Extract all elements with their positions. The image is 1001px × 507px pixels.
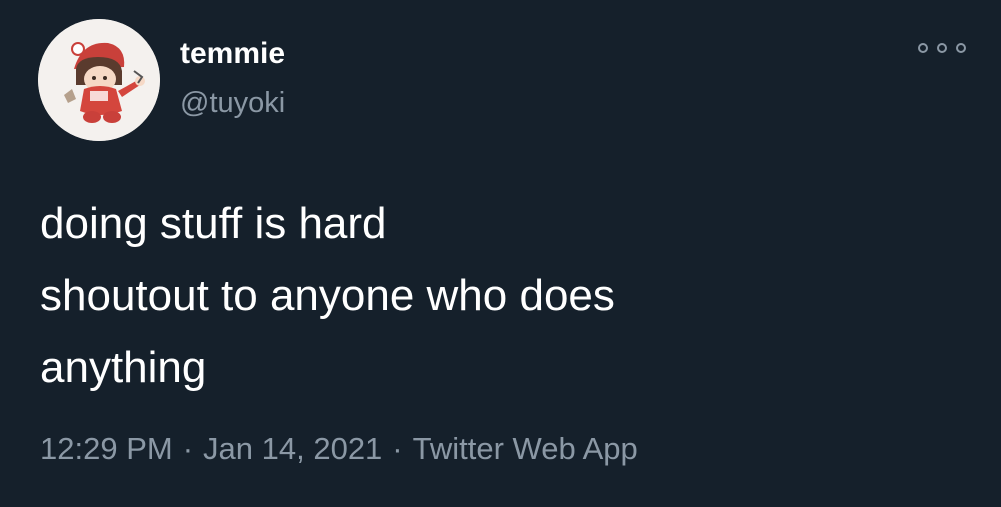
meta-separator: ·	[182, 431, 194, 466]
tweet-time[interactable]: 12:29 PM	[40, 431, 173, 466]
dot-icon	[956, 43, 966, 53]
meta-separator: ·	[392, 431, 403, 466]
tweet-text-line: shoutout to anyone who does	[40, 271, 615, 320]
tweet-text: doing stuff is hard shoutout to anyone w…	[40, 188, 970, 404]
dot-icon	[918, 43, 928, 53]
more-options-icon[interactable]	[918, 36, 966, 60]
tweet-source[interactable]: Twitter Web App	[413, 431, 638, 466]
user-handle[interactable]: @tuyoki	[180, 87, 285, 120]
tweet-card: temmie @tuyoki doing stuff is hard shout…	[0, 0, 1001, 507]
display-name[interactable]: temmie	[180, 37, 285, 71]
avatar[interactable]	[38, 19, 160, 141]
tweet-text-line: doing stuff is hard	[40, 199, 387, 248]
tweet-text-line: anything	[40, 343, 207, 392]
chibi-character-avatar-icon	[38, 19, 160, 141]
dot-icon	[937, 43, 947, 53]
tweet-meta: 12:29 PM · Jan 14, 2021 · Twitter Web App	[40, 431, 638, 467]
tweet-date[interactable]: Jan 14, 2021	[203, 431, 382, 466]
